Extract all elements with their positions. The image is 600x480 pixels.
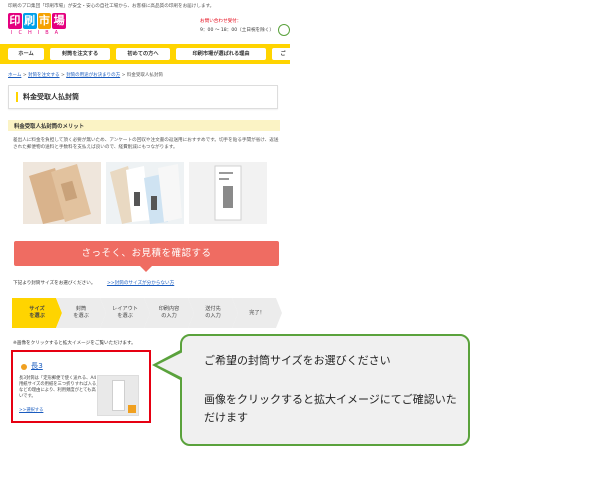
logo-subtext: ICHIBA <box>11 30 65 36</box>
step-line2: の入力 <box>205 313 221 319</box>
zoom-icon[interactable] <box>128 405 136 413</box>
instruction-callout: ご希望の封筒サイズをお選びください 画像をクリックすると拡大イメージにてご確認い… <box>180 334 470 446</box>
envelope-photo-single[interactable] <box>189 162 267 224</box>
size-instruction: 下記より封筒サイズをお選びください。 >>封筒のサイズが分からない方 <box>13 280 174 286</box>
envelope-thumbnail[interactable] <box>97 375 139 416</box>
breadcrumb-order[interactable]: 封筒を注文する <box>28 73 60 78</box>
quote-cta-button[interactable]: さっそく、お見積を確認する <box>14 241 279 266</box>
merit-heading-bar: 料金受取人払封筒のメリット <box>8 120 280 131</box>
mixed-envelopes-image <box>110 164 182 224</box>
logo-char: 印 <box>8 13 22 29</box>
step-line1: 完了！ <box>249 309 265 316</box>
callout-line-2: 画像をクリックすると拡大イメージにてご確認いただけます <box>204 393 457 424</box>
size-help-link[interactable]: >>封筒のサイズが分からない方 <box>107 281 174 286</box>
step-line2: を選ぶ <box>29 313 45 319</box>
size-instruction-text: 下記より封筒サイズをお選びください。 <box>13 281 96 286</box>
breadcrumb: ホーム > 封筒を注文する > 封筒の用途がお決まりの方 > 料金受取人払封筒 <box>8 72 163 78</box>
envelope-photo-white-blue[interactable] <box>106 162 184 224</box>
breadcrumb-current: 料金受取人払封筒 <box>126 73 163 78</box>
step-shipping: 送付先 の入力 <box>188 298 238 328</box>
callout-line-1: ご希望の封筒サイズをお選びください <box>204 354 391 367</box>
step-line1: レイアウト <box>112 306 138 312</box>
nav-item-home[interactable]: ホーム <box>8 48 44 60</box>
envelope-photo-kraft[interactable] <box>23 162 101 224</box>
step-line2: を選ぶ <box>73 313 89 319</box>
logo-mark: 印 刷 市 場 <box>8 13 66 29</box>
step-envelope: 封筒 を選ぶ <box>56 298 106 328</box>
step-line1: 印刷内容 <box>158 306 180 312</box>
merit-description: 差出人に料金を負担して頂く必要が無いため、アンケートの回収や注文書の返送用におす… <box>13 138 279 150</box>
step-size: サイズ を選ぶ <box>12 298 62 328</box>
step-layout: レイアウト を選ぶ <box>100 298 150 328</box>
title-accent-bar <box>16 92 18 102</box>
step-line1: 封筒 <box>75 306 87 312</box>
size-card-naga3[interactable]: 長3 長3封筒は「定形郵便で使く送れる、A4用紙サイズの用紙を三つ折りすれば入る… <box>11 350 151 423</box>
nav-item-reasons[interactable]: 印刷市場が選ばれる理由 <box>176 48 266 60</box>
size-card-description: 長3封筒は「定形郵便で使く送れる、A4用紙サイズの用紙を三つ折りすれば入る」など… <box>19 376 99 399</box>
envelope-icon <box>112 380 125 411</box>
image-zoom-note: ※画像をクリックすると拡大イメージをご覧いただけます。 <box>13 341 136 346</box>
logo-char: 場 <box>52 13 66 29</box>
merit-heading: 料金受取人払封筒のメリット <box>14 124 85 130</box>
size-card-title[interactable]: 長3 <box>31 361 43 371</box>
kraft-envelopes-image <box>29 164 91 224</box>
bullet-icon <box>21 364 27 370</box>
step-complete: 完了！ <box>232 298 282 328</box>
logo-char: 刷 <box>22 13 37 29</box>
step-line2: を選ぶ <box>117 313 133 319</box>
contact-info: お問い合わせ受付： 9：00 ～ 18：00（土日祝を除く） <box>200 18 274 33</box>
logo-char: 市 <box>37 13 52 29</box>
cta-down-arrow-icon <box>140 266 152 272</box>
header-tagline: 印刷のプロ集団「印刷市場」が安全・安心の自社工場から、お客様に高品質の印刷をお届… <box>8 4 215 9</box>
global-nav: ホーム 封筒を注文する 初めての方へ 印刷市場が選ばれる理由 ご <box>0 44 290 64</box>
nav-item-more[interactable]: ご <box>272 48 290 60</box>
step-line2: の入力 <box>161 313 177 319</box>
order-steps: サイズ を選ぶ 封筒 を選ぶ レイアウト を選ぶ 印刷内容 の入力 送付先 の入力 完了！ <box>12 298 282 328</box>
breadcrumb-usage[interactable]: 封筒の用途がお決まりの方 <box>66 73 120 78</box>
step-print-content: 印刷内容 の入力 <box>144 298 194 328</box>
breadcrumb-separator: > <box>22 73 27 78</box>
contact-hours: 9：00 ～ 18：00（土日祝を除く） <box>200 28 274 33</box>
breadcrumb-home[interactable]: ホーム <box>8 73 21 78</box>
contact-label: お問い合わせ受付： <box>200 19 242 24</box>
step-line1: 送付先 <box>205 306 221 312</box>
page-title: 料金受取人払封筒 <box>23 93 79 101</box>
contact-icon[interactable] <box>278 24 290 36</box>
breadcrumb-separator: > <box>121 73 126 78</box>
select-size-link[interactable]: >>選択する <box>19 407 43 413</box>
site-logo[interactable]: 印 刷 市 場 ICHIBA <box>8 13 66 39</box>
nav-item-order[interactable]: 封筒を注文する <box>50 48 110 60</box>
breadcrumb-separator: > <box>60 73 65 78</box>
page-title-box: 料金受取人払封筒 <box>8 85 278 109</box>
single-envelope-image <box>214 165 242 221</box>
nav-item-beginners[interactable]: 初めての方へ <box>116 48 170 60</box>
callout-pointer-inner <box>157 352 183 378</box>
step-line1: サイズ <box>29 306 45 312</box>
